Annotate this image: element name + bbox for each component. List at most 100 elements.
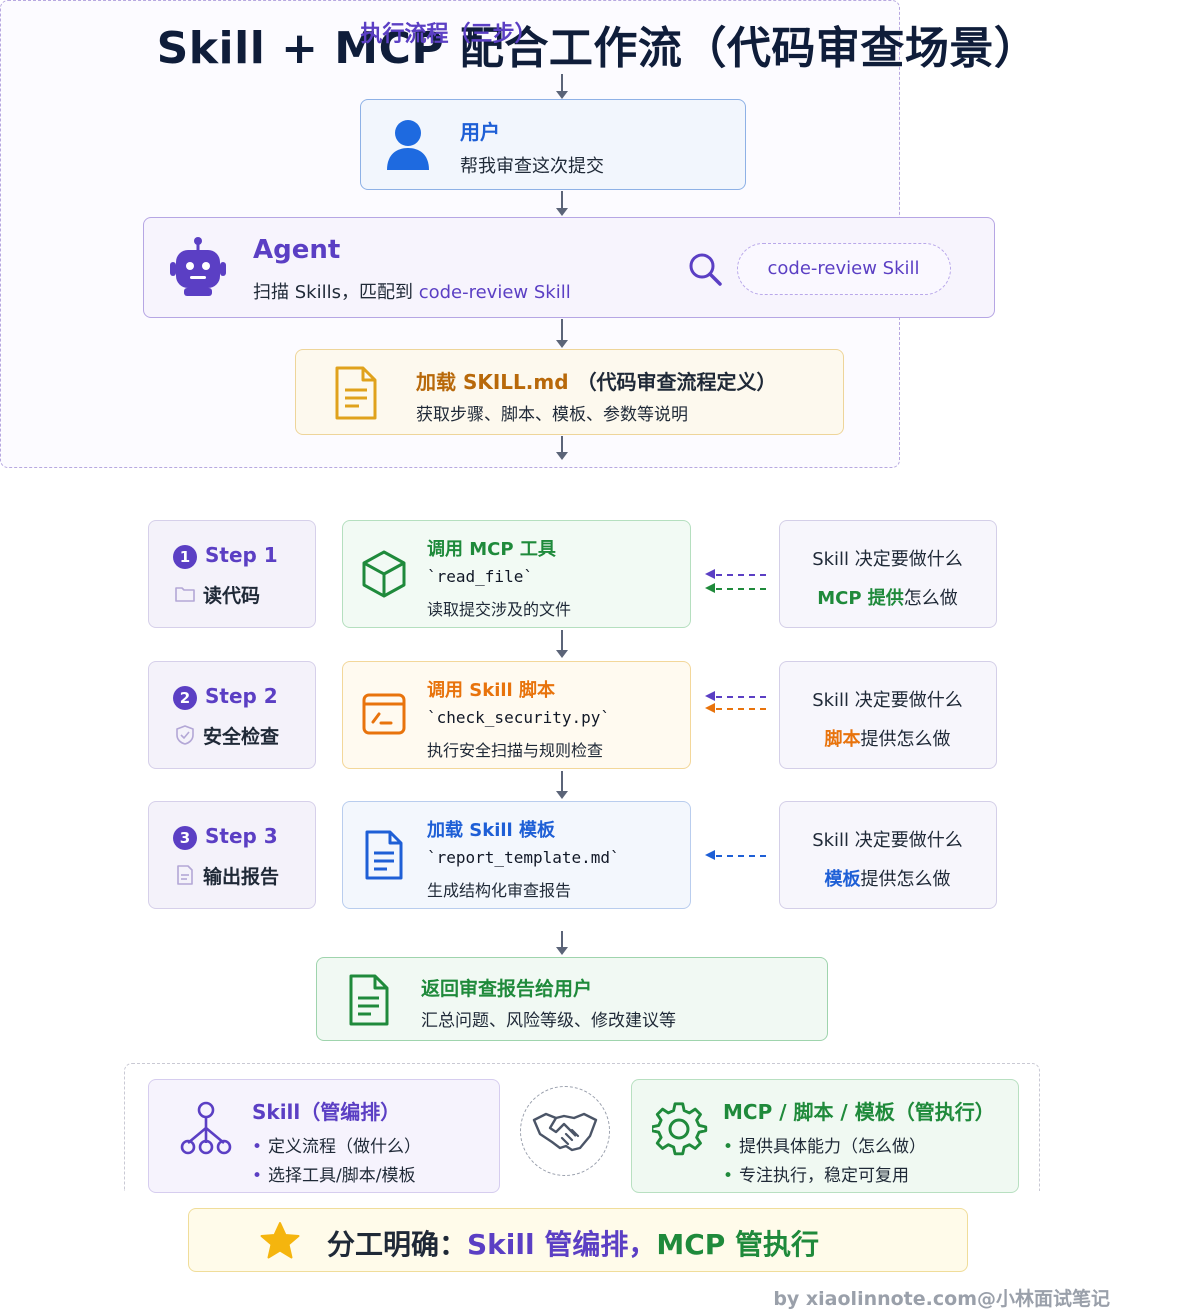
step-1-action: 调用 MCP 工具 `read_file` 读取提交涉及的文件 [342,520,691,628]
step-3-resp-top: Skill 决定要做什么 [812,830,963,851]
agent-desc-highlight: code-review Skill [418,282,571,303]
step-2-action-title: 调用 Skill 脚本 [427,680,555,701]
skill-md-title: 加载 SKILL.md （代码审查流程定义） [416,366,777,395]
step-1-name: 读代码 [203,585,261,607]
skill-role-card: Skill（管编排） • 定义流程（做什么） • 选择工具/脚本/模板 [148,1079,500,1193]
arrow-left-icon [705,691,715,701]
step-1-resp-top: Skill 决定要做什么 [812,549,963,570]
agent-desc-prefix: 扫描 Skills，匹配到 [253,282,419,303]
summary-prefix: 分工明确： [327,1228,468,1261]
user-request: 帮我审查这次提交 [460,156,604,177]
handshake-icon [532,1112,598,1152]
step-3-text: Step 3 [205,824,278,848]
handshake-badge [520,1086,610,1176]
skill-role-item-1: • 定义流程（做什么） [252,1132,421,1157]
step-2-action-desc: 执行安全扫描与规则检查 [427,741,604,760]
step-3-card: 3 Step 3 输出报告 [148,801,316,909]
step-2-resp-highlight: 脚本 [824,729,861,750]
step-1-resp-rest: 怎么做 [903,588,958,609]
step-1-action-desc: 读取提交涉及的文件 [427,600,572,619]
arrow-left-icon [705,583,715,593]
skill-md-node: 加载 SKILL.md （代码审查流程定义） 获取步骤、脚本、模板、参数等说明 [295,349,844,435]
step-1-responsibility: Skill 决定要做什么 MCP 提供怎么做 [779,520,997,628]
report-icon [177,865,193,885]
mcp-role-title: MCP / 脚本 / 模板（管执行） [723,1100,995,1124]
gear-icon [652,1102,708,1156]
step-1-card: 1 Step 1 读代码 [148,520,316,628]
step-1-label: 1 Step 1 [173,543,278,569]
matched-skill-pill: code-review Skill [737,243,951,295]
skill-md-desc: 获取步骤、脚本、模板、参数等说明 [416,405,688,425]
skill-role-item-2-text: 选择工具/脚本/模板 [268,1166,416,1186]
step-3-resp-bottom: 模板提供怎么做 [780,865,995,891]
step-2-action-code: `check_security.py` [427,708,611,727]
step-3-action-desc: 生成结构化审查报告 [427,881,572,900]
execution-heading: 执行流程（三步） [360,22,537,47]
step-2-number: 2 [173,685,197,710]
bullet-icon: • [252,1166,263,1186]
step-3-responsibility: Skill 决定要做什么 模板提供怎么做 [779,801,997,909]
agent-desc: 扫描 Skills，匹配到 code-review Skill [253,278,571,304]
step-2-responsibility: Skill 决定要做什么 脚本提供怎么做 [779,661,997,769]
robot-icon [170,237,226,296]
skill-role-item-2: • 选择工具/脚本/模板 [252,1161,416,1186]
summary-banner: 分工明确：Skill 管编排，MCP 管执行 [188,1208,968,1272]
return-desc: 汇总问题、风险等级、修改建议等 [421,1011,676,1031]
step-3-name: 输出报告 [203,866,280,888]
arrow-left-icon [705,703,715,713]
search-icon [689,253,722,286]
step-3-action: 加载 Skill 模板 `report_template.md` 生成结构化审查… [342,801,691,909]
step-3-resp-rest: 提供怎么做 [860,869,951,890]
step-1-resp-highlight: MCP 提供 [817,588,904,609]
skill-md-title-main: 加载 SKILL.md [416,370,569,394]
step-2-resp-rest: 提供怎么做 [860,729,951,750]
mcp-role-card: MCP / 脚本 / 模板（管执行） • 提供具体能力（怎么做） • 专注执行，稳定… [631,1079,1019,1193]
star-icon [260,1222,300,1259]
return-node: 返回审查报告给用户 汇总问题、风险等级、修改建议等 [316,957,828,1041]
summary-mcp: MCP 管执行 [656,1228,820,1261]
step-3-action-code: `report_template.md` [427,848,620,867]
step-3-label: 3 Step 3 [173,824,278,850]
terminal-window-icon [362,693,406,735]
step-2-resp-bottom: 脚本提供怎么做 [780,725,995,751]
bullet-icon: • [723,1166,734,1186]
shield-icon [176,725,194,745]
report-document-icon [349,974,389,1026]
return-title: 返回审查报告给用户 [421,978,593,1000]
folder-icon [175,587,195,602]
mcp-role-item-2-text: 专注执行，稳定可复用 [739,1166,910,1186]
matched-skill-label: code-review Skill [767,258,920,279]
step-2-label: 2 Step 2 [173,684,278,710]
step-3-resp-highlight: 模板 [824,869,861,890]
bullet-icon: • [723,1137,734,1157]
summary-text: 分工明确：Skill 管编排，MCP 管执行 [327,1223,819,1263]
step-1-action-title: 调用 MCP 工具 [427,539,556,560]
user-label: 用户 [460,120,500,144]
user-icon [387,120,429,170]
step-2-text: Step 2 [205,684,278,708]
user-node: 用户 帮我审查这次提交 [360,99,746,190]
skill-role-item-1-text: 定义流程（做什么） [268,1137,422,1157]
step-3-action-title: 加载 Skill 模板 [427,820,555,841]
watermark: by xiaolinnote.com@小林面试笔记 [773,1288,1110,1310]
mcp-role-item-1-text: 提供具体能力（怎么做） [739,1137,927,1157]
step-2-name: 安全检查 [203,726,280,748]
step-1-text: Step 1 [205,543,278,567]
step-1-resp-bottom: MCP 提供怎么做 [780,584,995,610]
arrow-left-icon [705,850,715,860]
file-template-icon [365,830,403,880]
skill-role-title: Skill（管编排） [252,1100,401,1124]
mcp-role-item-1: • 提供具体能力（怎么做） [723,1132,926,1157]
step-3-number: 3 [173,825,197,850]
step-1-action-code: `read_file` [427,567,533,586]
step-1-number: 1 [173,544,197,569]
step-2-resp-top: Skill 决定要做什么 [812,690,963,711]
summary-skill: Skill 管编排， [467,1228,657,1261]
workflow-icon [180,1101,232,1155]
cube-icon [362,550,406,598]
step-2-action: 调用 Skill 脚本 `check_security.py` 执行安全扫描与规… [342,661,691,769]
step-2-card: 2 Step 2 安全检查 [148,661,316,769]
mcp-role-item-2: • 专注执行，稳定可复用 [723,1161,909,1186]
bullet-icon: • [252,1137,263,1157]
skill-md-title-note: （代码审查流程定义） [576,370,777,394]
